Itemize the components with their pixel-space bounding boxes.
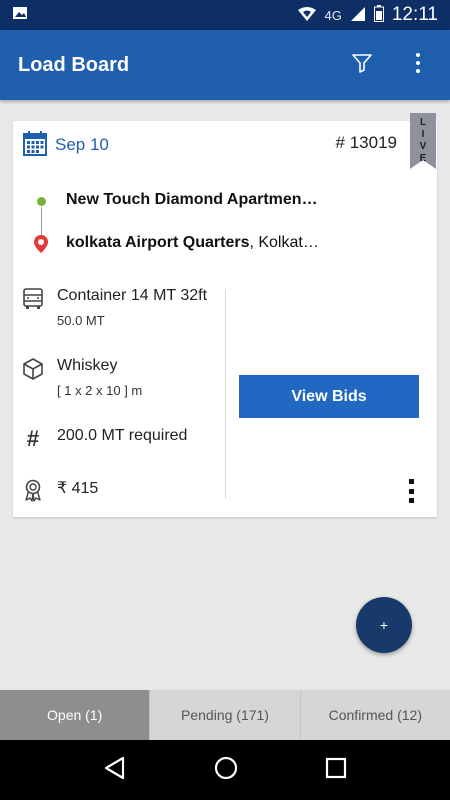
truck-type: Container 14 MT 32ft: [57, 287, 208, 304]
back-triangle-icon: [105, 756, 125, 779]
wifi-icon: [297, 6, 317, 25]
price: ₹ 415: [57, 480, 99, 497]
system-nav-bar: [0, 740, 450, 800]
recents-square-icon: [325, 757, 346, 778]
more-dot: [408, 488, 414, 494]
origin-dot-icon: [37, 197, 46, 206]
card-divider: [225, 289, 226, 499]
more-vert-icon: [415, 52, 421, 79]
more-dot: [408, 498, 414, 503]
home-circle-icon: [214, 756, 238, 779]
add-load-button[interactable]: +: [356, 597, 412, 653]
live-status-ribbon: LIVE: [410, 113, 436, 169]
award-icon: [21, 478, 45, 502]
calendar-icon: [23, 130, 47, 161]
battery-icon: [373, 5, 384, 25]
tab-open[interactable]: Open (1): [0, 690, 150, 740]
filter-icon: [351, 52, 373, 79]
home-button[interactable]: [214, 756, 238, 785]
page-title: Load Board: [18, 53, 130, 76]
status-tabs: Open (1) Pending (171) Confirmed (12): [0, 690, 450, 740]
status-bar: 4G 12:11: [0, 0, 450, 30]
material-name: Whiskey: [57, 357, 118, 374]
destination-address: kolkata Airport Quarters, Kolkat…: [66, 234, 319, 252]
filter-button[interactable]: [348, 51, 376, 79]
box-icon: [21, 357, 45, 381]
card-header: Sep 10 # 13019: [23, 130, 427, 161]
quantity-required: 200.0 MT required: [57, 427, 188, 444]
card-more-button[interactable]: [406, 479, 416, 503]
recents-button[interactable]: [325, 757, 347, 784]
back-button[interactable]: [103, 756, 127, 785]
truck-icon: [21, 287, 45, 311]
quantity-row: # 200.0 MT required: [21, 426, 188, 451]
network-type-label: 4G: [324, 7, 342, 23]
truck-type-row: Container 14 MT 32ft 50.0 MT: [21, 287, 207, 328]
route-line: [41, 207, 42, 237]
location-pin-icon: [34, 235, 48, 258]
more-dot: [408, 479, 414, 484]
load-date: Sep 10: [55, 135, 109, 154]
clock: 12:11: [391, 4, 438, 25]
app-bar: Load Board: [0, 30, 450, 100]
truck-capacity: 50.0 MT: [57, 313, 105, 328]
tab-confirmed[interactable]: Confirmed (12): [299, 690, 450, 740]
live-status-label: LIVE: [417, 117, 429, 165]
destination-name: kolkata Airport Quarters: [66, 234, 250, 251]
load-id: # 13019: [335, 133, 397, 152]
load-card[interactable]: Sep 10 # 13019 LIVE New Touch Diamond Ap…: [13, 113, 437, 517]
tab-pending[interactable]: Pending (171): [149, 690, 300, 740]
overflow-menu-button[interactable]: [404, 51, 432, 79]
material-dimensions: [ 1 x 2 x 10 ] m: [57, 383, 143, 398]
price-row: ₹ 415: [21, 478, 98, 502]
gallery-icon: [12, 6, 28, 25]
origin-address: New Touch Diamond Apartmen…: [66, 191, 318, 208]
destination-city: , Kolkat…: [249, 234, 319, 251]
hash-icon: #: [26, 426, 40, 451]
view-bids-button[interactable]: View Bids: [239, 375, 419, 418]
material-row: Whiskey [ 1 x 2 x 10 ] m: [21, 357, 142, 398]
signal-icon: [350, 6, 366, 25]
